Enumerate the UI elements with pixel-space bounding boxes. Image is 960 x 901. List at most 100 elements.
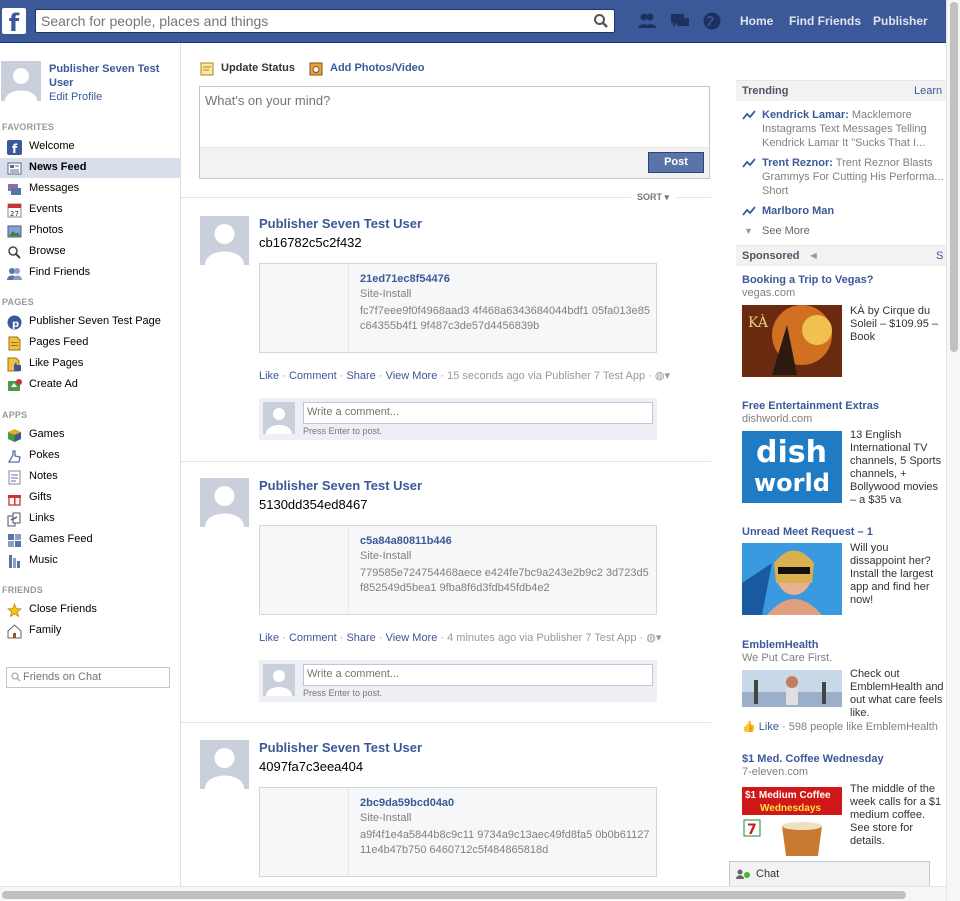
- share-link[interactable]: Share: [346, 370, 375, 382]
- sidebar-item-notes[interactable]: Notes: [0, 467, 180, 487]
- publisher-profile-link[interactable]: Publisher: [873, 14, 928, 28]
- comment-field[interactable]: [303, 664, 653, 686]
- sidebar-item-pages-feed[interactable]: Pages Feed: [0, 333, 180, 353]
- ad-image[interactable]: [742, 543, 842, 615]
- sidebar-item-browse[interactable]: Browse: [0, 242, 180, 262]
- svg-text:f: f: [12, 142, 18, 155]
- comment-input[interactable]: [307, 406, 647, 418]
- sidebar-item-close-friends[interactable]: Close Friends: [0, 600, 180, 620]
- sponsored-ad[interactable]: Booking a Trip to Vegas? vegas.com KÀ KÀ…: [742, 274, 946, 384]
- search-input[interactable]: [41, 12, 581, 30]
- vertical-scrollbar[interactable]: [946, 0, 960, 901]
- ad-image[interactable]: dish world: [742, 431, 842, 503]
- update-status-icon: [200, 62, 214, 76]
- home-link[interactable]: Home: [740, 14, 773, 28]
- sponsored-see-all-link[interactable]: S: [936, 250, 943, 262]
- status-input[interactable]: [205, 93, 695, 143]
- sidebar-item-pokes[interactable]: Pokes: [0, 446, 180, 466]
- sort-button[interactable]: SORT ▾: [637, 192, 669, 203]
- edit-profile-link[interactable]: Edit Profile: [49, 91, 102, 103]
- search-icon[interactable]: [593, 13, 609, 29]
- ad-title[interactable]: $1 Med. Coffee Wednesday: [742, 753, 884, 765]
- sidebar-item-gifts[interactable]: Gifts: [0, 488, 180, 508]
- sidebar-item-messages[interactable]: Messages: [0, 179, 180, 199]
- sidebar-item-games[interactable]: Games: [0, 425, 180, 445]
- ad-title[interactable]: Booking a Trip to Vegas?: [742, 274, 873, 286]
- attachment-description: a9f4f1e4a5844b8c9c11 9734a9c13aec49fd8fa…: [360, 829, 650, 856]
- ad-image[interactable]: $1 Medium Coffee Wednesdays 7: [742, 784, 842, 856]
- ad-title[interactable]: EmblemHealth: [742, 639, 818, 651]
- trending-topic[interactable]: Marlboro Man: [762, 205, 834, 217]
- sidebar-item-events[interactable]: 27 Events: [0, 200, 180, 220]
- privacy-globe-icon[interactable]: ◍▾: [646, 632, 661, 644]
- sponsored-ad[interactable]: Unread Meet Request – 1 Will you dissapp…: [742, 526, 946, 626]
- friend-requests-icon[interactable]: [637, 11, 657, 31]
- profile-avatar[interactable]: [1, 61, 41, 101]
- search-box[interactable]: [35, 9, 615, 33]
- ad-title[interactable]: Free Entertainment Extras: [742, 400, 879, 412]
- sidebar-item-family[interactable]: Family: [0, 621, 180, 641]
- sponsored-ad[interactable]: Free Entertainment Extras dishworld.com …: [742, 400, 946, 510]
- attachment-caption: Site-Install: [360, 288, 412, 300]
- attachment-title[interactable]: c5a84a80811b446: [360, 535, 452, 547]
- sidebar-item-welcome[interactable]: f Welcome: [0, 137, 180, 157]
- sidebar-item-links[interactable]: Links: [0, 509, 180, 529]
- ad-image[interactable]: KÀ: [742, 305, 842, 377]
- horizontal-scrollbar[interactable]: [0, 886, 946, 901]
- sidebar-item-music[interactable]: Music: [0, 551, 180, 571]
- profile-name-link[interactable]: Publisher Seven Test User: [49, 62, 169, 90]
- comment-input[interactable]: [307, 668, 647, 680]
- notifications-globe-icon[interactable]: [702, 11, 722, 31]
- chat-tab[interactable]: Chat: [729, 861, 930, 886]
- sidebar-item-create-ad[interactable]: Create Ad: [0, 375, 180, 395]
- post-button[interactable]: Post: [648, 152, 704, 173]
- story-avatar[interactable]: [200, 478, 249, 527]
- attachment-title[interactable]: 2bc9da59bcd04a0: [360, 797, 454, 809]
- sponsored-ad[interactable]: EmblemHealth We Put Care First. Check ou…: [742, 639, 946, 739]
- trending-topic[interactable]: Kendrick Lamar:: [762, 109, 849, 121]
- sidebar-item-games-feed[interactable]: Games Feed: [0, 530, 180, 550]
- comment-link[interactable]: Comment: [289, 632, 337, 644]
- ad-image[interactable]: [742, 670, 842, 707]
- view-more-link[interactable]: View More: [386, 370, 438, 382]
- find-friends-link[interactable]: Find Friends: [789, 14, 861, 28]
- share-link[interactable]: Share: [346, 632, 375, 644]
- ad-title[interactable]: Unread Meet Request – 1: [742, 526, 873, 538]
- sidebar-item-label: Family: [29, 624, 62, 636]
- sidebar-item-find-friends[interactable]: Find Friends: [0, 263, 180, 283]
- sidebar-item-publisher-page[interactable]: p Publisher Seven Test Page: [0, 312, 180, 332]
- story-avatar[interactable]: [200, 740, 249, 789]
- sponsored-title: Sponsored: [742, 250, 800, 262]
- story-attachment[interactable]: 21ed71ec8f54476 Site-Install fc7f7eee9f0…: [259, 263, 657, 353]
- like-link[interactable]: Like: [259, 370, 279, 382]
- comment-field[interactable]: [303, 402, 653, 424]
- friends-on-chat-input[interactable]: [23, 671, 163, 683]
- ad-like-link[interactable]: Like: [759, 721, 779, 733]
- privacy-globe-icon[interactable]: ◍▾: [655, 370, 670, 382]
- trending-topic[interactable]: Trent Reznor:: [762, 157, 833, 169]
- trending-arrow-icon: [742, 110, 756, 120]
- like-link[interactable]: Like: [259, 632, 279, 644]
- story-attachment[interactable]: 2bc9da59bcd04a0 Site-Install a9f4f1e4a58…: [259, 787, 657, 877]
- story-actor-link[interactable]: Publisher Seven Test User: [259, 216, 422, 231]
- chat-search-box[interactable]: [6, 667, 170, 688]
- view-more-link[interactable]: View More: [386, 632, 438, 644]
- attachment-title[interactable]: 21ed71ec8f54476: [360, 273, 450, 285]
- sidebar-item-news-feed[interactable]: News Feed: [0, 158, 180, 178]
- add-photos-label: Add Photos/Video: [330, 62, 425, 74]
- story-actor-link[interactable]: Publisher Seven Test User: [259, 740, 422, 755]
- messages-jewel-icon[interactable]: [670, 11, 690, 31]
- sidebar-item-like-pages[interactable]: Like Pages: [0, 354, 180, 374]
- sidebar-item-photos[interactable]: Photos: [0, 221, 180, 241]
- pages-feed-icon: [8, 336, 21, 351]
- scrollbar-thumb[interactable]: [2, 891, 906, 899]
- scrollbar-thumb[interactable]: [950, 2, 958, 352]
- story-actor-link[interactable]: Publisher Seven Test User: [259, 478, 422, 493]
- comment-hint: Press Enter to post.: [303, 426, 383, 436]
- comment-link[interactable]: Comment: [289, 370, 337, 382]
- story-attachment[interactable]: c5a84a80811b446 Site-Install 779585e7247…: [259, 525, 657, 615]
- sidebar-item-label: Music: [29, 554, 58, 566]
- story-avatar[interactable]: [200, 216, 249, 265]
- facebook-logo-icon[interactable]: f: [2, 8, 26, 34]
- learn-more-link[interactable]: Learn: [914, 85, 942, 97]
